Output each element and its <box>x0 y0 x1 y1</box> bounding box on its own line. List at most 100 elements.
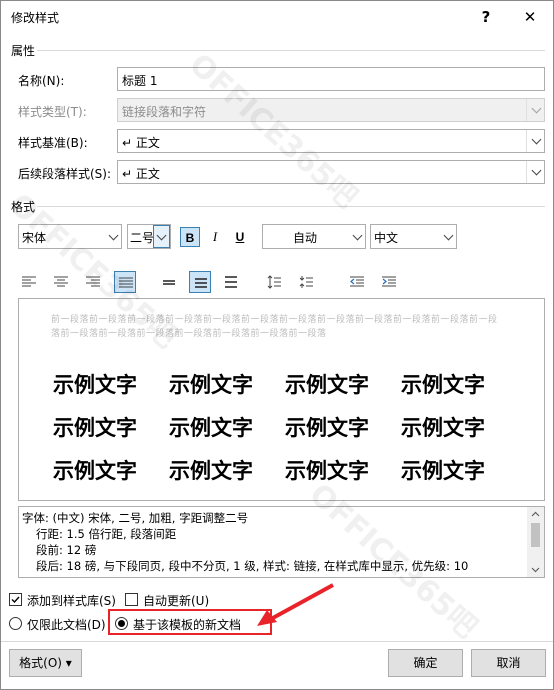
format-menu-button[interactable]: 格式(O) ▾ <box>9 649 82 677</box>
align-right-icon <box>86 276 100 287</box>
this-document-only-label[interactable]: 仅限此文档(D) <box>27 616 106 633</box>
footer-divider <box>1 641 553 642</box>
one-half-spacing-button[interactable] <box>189 271 211 293</box>
dialog-title: 修改样式 <box>11 11 60 25</box>
italic-button[interactable]: I <box>205 227 225 247</box>
color-select[interactable]: 自动 <box>262 224 366 249</box>
sample-text: 示例文字 <box>169 458 253 483</box>
font-dropdown[interactable] <box>104 225 121 248</box>
checkmark-icon <box>11 596 20 604</box>
properties-section-label: 属性 <box>11 44 36 58</box>
font-select[interactable]: 宋体 <box>18 224 122 249</box>
sample-text: 示例文字 <box>285 458 369 483</box>
decrease-spacing-icon <box>299 276 313 288</box>
one-half-spacing-icon <box>195 278 207 288</box>
properties-divider <box>37 50 545 51</box>
following-style-value: ↵ 正文 <box>122 167 160 181</box>
chevron-down-icon <box>531 134 542 145</box>
decrease-indent-icon <box>350 276 364 287</box>
style-preview: 前一段落前一段落前一段落前一段落前一段落前一段落前一段落前一段落前一段落前一段落… <box>18 298 545 501</box>
bold-button[interactable]: B <box>180 227 200 247</box>
based-on-select[interactable]: ↵ 正文 <box>117 129 545 153</box>
new-documents-label[interactable]: 基于该模板的新文档 <box>133 616 241 633</box>
add-to-gallery-checkbox[interactable] <box>9 593 22 606</box>
description-line: 段前: 12 磅 <box>36 543 97 557</box>
decrease-indent-button[interactable] <box>346 271 368 293</box>
based-on-value: ↵ 正文 <box>122 136 160 150</box>
formatting-section-label: 格式 <box>11 200 36 214</box>
add-to-gallery-label[interactable]: 添加到样式库(S) <box>27 592 116 609</box>
close-button[interactable]: ✕ <box>515 5 545 29</box>
chevron-down-icon <box>531 103 542 114</box>
sample-text: 示例文字 <box>285 415 369 440</box>
description-scrollbar[interactable] <box>527 507 544 577</box>
increase-paragraph-spacing-button[interactable] <box>263 271 285 293</box>
style-type-dropdown[interactable] <box>526 99 544 121</box>
name-field[interactable]: 标题 1 <box>117 67 545 91</box>
name-value: 标题 1 <box>122 74 158 88</box>
single-spacing-button[interactable] <box>158 271 180 293</box>
based-on-dropdown[interactable] <box>526 130 544 152</box>
chevron-down-icon <box>443 230 454 241</box>
help-button[interactable]: ? <box>471 5 501 29</box>
justify-button[interactable] <box>114 271 136 293</box>
following-style-select[interactable]: ↵ 正文 <box>117 160 545 184</box>
sample-text: 示例文字 <box>285 372 369 397</box>
previous-paragraph-text: 前一段落前一段落前一段落前一段落前一段落前一段落前一段落前一段落前一段落前一段落… <box>51 315 498 339</box>
following-style-label: 后续段落样式(S): <box>18 167 112 181</box>
align-left-icon <box>22 276 36 287</box>
sample-text: 示例文字 <box>401 415 485 440</box>
align-center-icon <box>54 276 68 287</box>
chevron-down-icon <box>156 230 167 241</box>
sample-row: 示例文字 示例文字 示例文字 示例文字 <box>53 369 517 399</box>
double-spacing-icon <box>225 276 237 288</box>
decrease-paragraph-spacing-button[interactable] <box>295 271 317 293</box>
increase-indent-button[interactable] <box>378 271 400 293</box>
description-line: 字体: (中文) 宋体, 二号, 加粗, 字距调整二号 <box>22 511 249 525</box>
justify-icon <box>119 277 133 288</box>
style-description: 字体: (中文) 宋体, 二号, 加粗, 字距调整二号 行距: 1.5 倍行距,… <box>18 506 545 578</box>
cancel-button[interactable]: 取消 <box>471 649 546 677</box>
align-center-button[interactable] <box>50 271 72 293</box>
sample-row: 示例文字 示例文字 示例文字 示例文字 <box>53 412 517 442</box>
following-style-dropdown[interactable] <box>526 161 544 183</box>
increase-spacing-icon <box>267 275 281 289</box>
double-spacing-button[interactable] <box>220 271 242 293</box>
auto-update-label[interactable]: 自动更新(U) <box>143 592 209 609</box>
sample-text: 示例文字 <box>401 372 485 397</box>
modify-style-dialog: 修改样式 ? ✕ 属性 名称(N): 标题 1 样式类型(T): 链接段落和字符… <box>0 0 554 690</box>
sample-text: 示例文字 <box>169 415 253 440</box>
single-spacing-icon <box>163 280 175 285</box>
align-right-button[interactable] <box>82 271 104 293</box>
size-select[interactable]: 二号 <box>127 224 171 249</box>
style-type-value: 链接段落和字符 <box>122 105 207 119</box>
style-type-select[interactable]: 链接段落和字符 <box>117 98 545 122</box>
ok-button[interactable]: 确定 <box>388 649 463 677</box>
description-line: 行距: 1.5 倍行距, 段落间距 <box>36 527 177 541</box>
chevron-down-icon <box>108 230 119 241</box>
script-value: 中文 <box>374 231 399 245</box>
script-dropdown[interactable] <box>439 225 456 248</box>
sample-text: 示例文字 <box>401 458 485 483</box>
color-dropdown[interactable] <box>348 225 365 248</box>
formatting-divider <box>37 206 545 207</box>
based-on-label: 样式基准(B): <box>18 136 88 150</box>
new-documents-radio[interactable] <box>115 617 128 630</box>
style-type-label: 样式类型(T): <box>18 105 87 119</box>
font-value: 宋体 <box>22 231 47 245</box>
description-line: 段后: 18 磅, 与下段同页, 段中不分页, 1 级, 样式: 链接, 在样式… <box>36 559 469 573</box>
title-bar: 修改样式 ? ✕ <box>1 1 553 33</box>
scrollbar-arrows-icon <box>531 511 540 573</box>
align-left-button[interactable] <box>18 271 40 293</box>
sample-text: 示例文字 <box>53 415 137 440</box>
sample-row: 示例文字 示例文字 示例文字 示例文字 <box>53 455 517 485</box>
auto-update-checkbox[interactable] <box>125 593 138 606</box>
chevron-down-icon <box>352 230 363 241</box>
sample-text: 示例文字 <box>169 372 253 397</box>
size-dropdown[interactable] <box>153 225 170 248</box>
sample-text: 示例文字 <box>53 372 137 397</box>
this-document-only-radio[interactable] <box>9 617 22 630</box>
script-select[interactable]: 中文 <box>370 224 457 249</box>
underline-button[interactable]: U <box>230 227 250 247</box>
radio-selected-dot <box>118 620 125 627</box>
